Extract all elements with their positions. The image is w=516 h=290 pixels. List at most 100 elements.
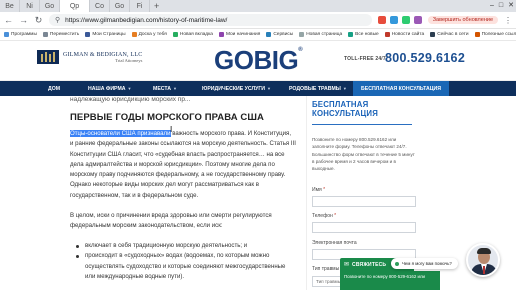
bookmark-item[interactable]: Переместить xyxy=(42,32,80,37)
nav-our-firm[interactable]: Наша фирма ▼ xyxy=(88,86,131,92)
chevron-down-icon: ▼ xyxy=(342,86,347,91)
selected-text[interactable]: Отцы-основатели США признавали xyxy=(70,130,171,137)
extension-icon[interactable] xyxy=(377,16,386,24)
browser-tab[interactable]: Ni xyxy=(20,0,40,12)
phone-label: Телефон * xyxy=(312,213,336,219)
bookmark-label: Мои Страницы xyxy=(92,32,126,37)
address-bar: ← → ↻ ⚲ https://www.gilmanbedigian.com/h… xyxy=(0,12,516,29)
chat-agent-avatar[interactable] xyxy=(466,243,500,277)
bookmark-icon xyxy=(384,32,390,37)
browser-tab-active[interactable]: Qp xyxy=(60,0,90,12)
bullet-icon xyxy=(76,244,79,248)
profile-icon[interactable] xyxy=(413,16,422,24)
bookmark-item[interactable]: Мои начинания xyxy=(218,32,261,37)
site-info-icon[interactable]: ⚲ xyxy=(55,16,60,24)
case-type-label: Тип травмы xyxy=(312,266,340,272)
article-paragraph: Отцы-основатели США признавали важность … xyxy=(70,129,296,201)
required-mark: * xyxy=(323,187,326,193)
bookmark-icon xyxy=(131,32,137,37)
bookmark-icon xyxy=(172,32,178,37)
url-field[interactable]: ⚲ https://www.gilmanbedigian.com/history… xyxy=(49,14,372,26)
bookmark-icon xyxy=(42,32,48,37)
bookmark-icon xyxy=(474,32,480,37)
tab-label: Be xyxy=(5,2,14,10)
update-browser-button[interactable]: Завершить обновление xyxy=(427,16,498,24)
bookmark-icon xyxy=(299,32,305,37)
bookmark-label: Все новые xyxy=(355,32,379,37)
article-paragraph: В целом, иски о причинении вреда здоровь… xyxy=(70,212,272,230)
firm-logo[interactable]: GILMAN & BEDIGIAN, LLC Trial Attorneys xyxy=(37,50,142,64)
bookmark-item[interactable]: Полезные ссылки xyxy=(474,32,516,37)
nav-label: Юридические услуги xyxy=(202,85,265,92)
label-text: Имя xyxy=(312,187,322,193)
gobig-go: GO xyxy=(214,45,254,75)
bookmark-item[interactable]: Доска у тебя xyxy=(131,32,167,37)
bookmark-item[interactable]: Все новые xyxy=(348,32,379,37)
bookmark-label: Сервисы xyxy=(273,32,294,37)
nav-label: Родовые травмы xyxy=(289,85,341,92)
bookmark-label: Сейчас в сети xyxy=(437,32,469,37)
sidebar-description: Позвоните по номеру 800.529.6162 или зап… xyxy=(312,137,415,172)
reload-icon[interactable]: ↻ xyxy=(34,15,43,26)
bookmark-icon xyxy=(430,32,436,37)
main-navigation: Дом Наша фирма ▼ Места ▼ Юридические услуг… xyxy=(0,81,516,96)
chat-prompt-bubble[interactable]: Чем я могу вам помочь? xyxy=(391,258,458,269)
browser-tab[interactable]: Fi xyxy=(130,0,150,12)
gobig-logo[interactable]: GOBIG® xyxy=(214,45,303,75)
bookmark-item[interactable]: Сервисы xyxy=(266,32,293,37)
chat-bar-label: СВЯЖИТЕСЬ xyxy=(352,261,387,268)
phone-field[interactable] xyxy=(312,222,416,233)
nav-label: Места xyxy=(153,85,171,92)
url-text: https://www.gilmanbedigian.com/history-o… xyxy=(65,16,228,24)
bookmark-label: Новая страница xyxy=(306,32,343,37)
bookmark-label: Доска у тебя xyxy=(138,32,167,37)
name-field[interactable] xyxy=(312,196,416,207)
bookmark-item[interactable]: Новости сайта xyxy=(384,32,424,37)
new-tab-icon[interactable]: + xyxy=(154,1,159,11)
sidebar-title: БЕСПЛАТНАЯ КОНСУЛЬТАЦИЯ xyxy=(312,100,379,118)
bookmark-item[interactable]: Новая вкладка xyxy=(172,32,213,37)
bookmark-item[interactable]: Мои Страницы xyxy=(85,32,126,37)
nav-birth-injuries[interactable]: Родовые травмы ▼ xyxy=(289,86,347,92)
nav-legal-services[interactable]: Юридические услуги ▼ xyxy=(202,86,271,92)
bookmark-label: Переместить xyxy=(49,32,80,37)
chat-prompt-text: Чем я могу вам помочь? xyxy=(402,261,452,266)
minimize-icon[interactable]: – xyxy=(490,0,494,12)
nav-home[interactable]: Дом xyxy=(48,86,60,92)
list-item: включает в себя традиционную морскую дея… xyxy=(76,241,296,251)
previous-text-fragment: надлежащую юрисдикцию морских пр... xyxy=(70,96,191,103)
bookmark-label: Мои начинания xyxy=(225,32,261,37)
tab-label: Ni xyxy=(26,2,33,10)
browser-tab[interactable]: Go xyxy=(40,0,60,12)
extension-icon[interactable] xyxy=(389,16,398,24)
maximize-icon[interactable]: □ xyxy=(499,0,503,12)
tab-label: Co xyxy=(95,2,104,10)
sidebar-divider xyxy=(312,124,412,125)
bullet-icon xyxy=(76,254,79,258)
bookmark-icon xyxy=(218,32,224,37)
forward-icon[interactable]: → xyxy=(19,15,28,25)
extension-icon[interactable] xyxy=(401,16,410,24)
chevron-down-icon: ▼ xyxy=(127,86,132,91)
registered-mark: ® xyxy=(298,47,303,53)
firm-logo-icon xyxy=(37,50,59,64)
firm-tagline: Trial Attorneys xyxy=(115,57,143,63)
browser-menu-icon[interactable]: ⋮ xyxy=(504,16,512,25)
bookmark-item[interactable]: Программы xyxy=(4,32,37,37)
gobig-big: BIG xyxy=(253,45,299,75)
browser-tab[interactable]: Co xyxy=(90,0,110,12)
tollfree-phone-link[interactable]: 800.529.6162 xyxy=(385,51,465,65)
bookmark-label: Новая вкладка xyxy=(179,32,213,37)
nav-locations[interactable]: Места ▼ xyxy=(153,86,177,92)
bookmark-item[interactable]: Сейчас в сети xyxy=(430,32,469,37)
browser-tab[interactable]: Go xyxy=(110,0,130,12)
nav-free-consultation[interactable]: Бесплатная консультация xyxy=(353,81,449,96)
nav-label: Бесплатная консультация xyxy=(361,85,441,92)
name-label: Имя * xyxy=(312,187,325,193)
bookmark-item[interactable]: Новая страница xyxy=(299,32,342,37)
bookmark-icon xyxy=(266,32,272,37)
close-window-icon[interactable]: ✕ xyxy=(508,0,514,12)
back-icon[interactable]: ← xyxy=(4,15,13,25)
browser-tab[interactable]: Be xyxy=(0,0,20,12)
extensions-area xyxy=(377,16,422,24)
